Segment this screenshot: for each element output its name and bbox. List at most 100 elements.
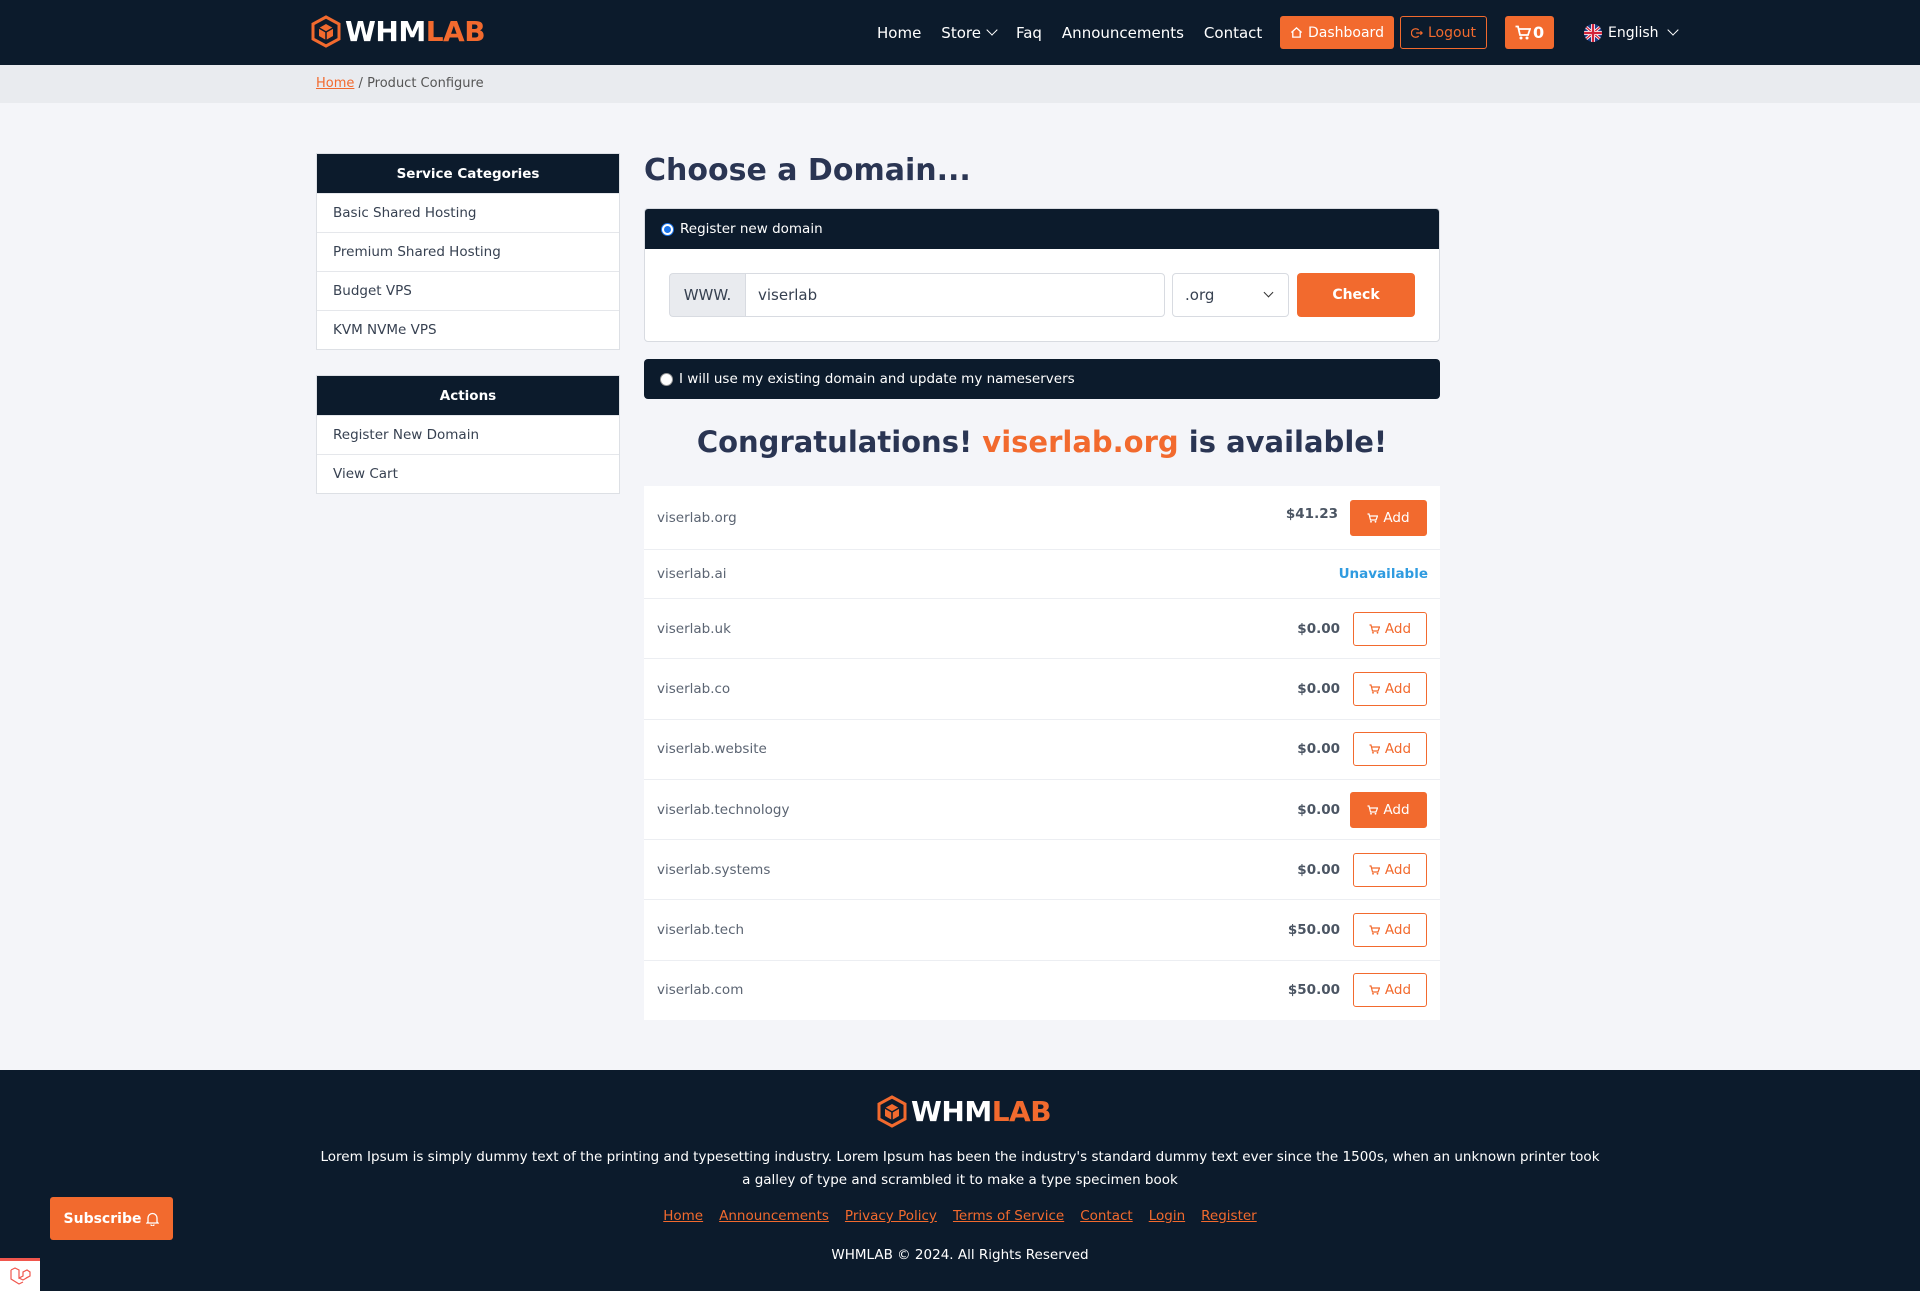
- register-domain-option[interactable]: Register new domain: [645, 209, 1439, 249]
- domain-result-name: viserlab.tech: [657, 922, 745, 939]
- footer: WHMLAB Lorem Ipsum is simply dummy text …: [0, 1070, 1920, 1291]
- sidebar-item-kvm-nvme-vps[interactable]: KVM NVMe VPS: [317, 310, 619, 349]
- domain-search-input[interactable]: viserlab: [745, 273, 1165, 317]
- breadcrumb: Home / Product Configure: [316, 76, 484, 91]
- add-label: Add: [1384, 861, 1412, 878]
- actions-title: Actions: [317, 376, 619, 415]
- footer-link-announcements[interactable]: Announcements: [719, 1208, 829, 1224]
- breadcrumb-separator: /: [358, 76, 363, 91]
- add-label: Add: [1384, 620, 1412, 637]
- subscribe-button[interactable]: Subscribe: [50, 1197, 173, 1240]
- add-label: Add: [1383, 801, 1410, 818]
- cart-icon: [1369, 865, 1380, 875]
- sidebar-item-budget-vps[interactable]: Budget VPS: [317, 271, 619, 310]
- register-domain-card: Register new domain WWW. viserlab .org C…: [644, 208, 1440, 342]
- add-label: Add: [1384, 922, 1412, 939]
- domain-result-price: $0.00: [1297, 861, 1340, 878]
- add-to-cart-button[interactable]: Add: [1353, 732, 1427, 767]
- domain-result-name: viserlab.systems: [657, 861, 771, 878]
- existing-domain-radio[interactable]: [660, 372, 673, 386]
- domain-result-row: viserlab.uk $0.00 Add: [644, 598, 1440, 658]
- domain-result-price: $41.23: [1285, 506, 1338, 522]
- domain-result-price: $0.00: [1297, 680, 1340, 697]
- sidebar-item-view-cart[interactable]: View Cart: [317, 454, 619, 493]
- domain-result-price: $50.00: [1287, 922, 1340, 939]
- add-label: Add: [1384, 982, 1412, 999]
- logout-button[interactable]: Logout: [1400, 16, 1487, 49]
- logout-label: Logout: [1428, 24, 1476, 41]
- cart-button[interactable]: 0: [1505, 16, 1555, 49]
- add-to-cart-button[interactable]: Add: [1353, 671, 1427, 706]
- existing-domain-option[interactable]: I will use my existing domain and update…: [644, 359, 1440, 399]
- footer-link-register[interactable]: Register: [1201, 1208, 1257, 1224]
- nav-store[interactable]: Store: [941, 23, 998, 42]
- domain-result-price: $50.00: [1287, 982, 1340, 999]
- brand-logo[interactable]: WHMLAB: [311, 15, 486, 48]
- add-to-cart-button[interactable]: Add: [1353, 852, 1427, 887]
- domain-result-row: viserlab.website $0.00 Add: [644, 718, 1440, 779]
- nav-store-label: Store: [941, 23, 981, 42]
- existing-domain-card: I will use my existing domain and update…: [644, 359, 1440, 399]
- domain-result-name: viserlab.technology: [657, 801, 790, 818]
- language-selector[interactable]: English: [1584, 0, 1679, 65]
- congrats-suffix: is available!: [1188, 425, 1388, 459]
- cart-icon: [1369, 985, 1380, 996]
- service-categories-title: Service Categories: [317, 154, 619, 193]
- add-to-cart-button[interactable]: Add: [1353, 913, 1427, 948]
- add-label: Add: [1384, 741, 1412, 758]
- footer-brand-name: WHMLAB: [911, 1095, 1052, 1128]
- tld-select[interactable]: .org: [1172, 273, 1289, 317]
- footer-link-terms-of-service[interactable]: Terms of Service: [953, 1208, 1064, 1224]
- nav-announcements[interactable]: Announcements: [1062, 24, 1184, 42]
- footer-link-contact[interactable]: Contact: [1080, 1208, 1133, 1224]
- domain-results-list: viserlab.org $41.23 Add viserlab.ai Unavaila…: [644, 486, 1440, 1021]
- laravel-debug-badge[interactable]: [0, 1258, 40, 1291]
- add-label: Add: [1384, 680, 1412, 697]
- footer-link-privacy-policy[interactable]: Privacy Policy: [845, 1208, 937, 1224]
- check-button[interactable]: Check: [1297, 273, 1415, 317]
- footer-link-login[interactable]: Login: [1149, 1208, 1185, 1224]
- tld-selected-value: .org: [1185, 286, 1215, 304]
- nav-contact[interactable]: Contact: [1204, 24, 1262, 42]
- register-domain-label: Register new domain: [680, 221, 823, 237]
- domain-result-row: viserlab.ai Unavailable: [644, 549, 1440, 598]
- chevron-down-icon: [986, 24, 998, 36]
- nav-faq[interactable]: Faq: [1016, 24, 1042, 42]
- language-label: English: [1608, 24, 1659, 41]
- unavailable-label: Unavailable: [1338, 566, 1428, 582]
- sidebar-item-basic-shared-hosting[interactable]: Basic Shared Hosting: [317, 193, 619, 232]
- sidebar-item-premium-shared-hosting[interactable]: Premium Shared Hosting: [317, 232, 619, 271]
- footer-description: Lorem Ipsum is simply dummy text of the …: [320, 1149, 1600, 1188]
- add-to-cart-button[interactable]: Add: [1353, 973, 1427, 1008]
- breadcrumb-bar: Home / Product Configure: [0, 65, 1920, 103]
- subscribe-label: Subscribe: [63, 1210, 142, 1227]
- domain-result-row: viserlab.tech $50.00 Add: [644, 899, 1440, 959]
- add-to-cart-button[interactable]: Add: [1353, 611, 1427, 646]
- add-to-cart-button[interactable]: Add: [1350, 791, 1427, 828]
- domain-result-row: viserlab.systems $0.00 Add: [644, 839, 1440, 899]
- congrats-domain: viserlab.org: [982, 425, 1179, 459]
- whmlab-cube-logo-icon: [311, 15, 341, 48]
- sidebar-item-register-new-domain[interactable]: Register New Domain: [317, 415, 619, 454]
- cart-icon: [1515, 25, 1531, 40]
- domain-result-price: $0.00: [1297, 801, 1340, 818]
- nav-home[interactable]: Home: [877, 24, 921, 42]
- dashboard-button[interactable]: Dashboard: [1280, 16, 1394, 49]
- breadcrumb-current: Product Configure: [367, 76, 484, 91]
- footer-link-home[interactable]: Home: [663, 1208, 703, 1224]
- cart-icon: [1369, 624, 1380, 634]
- dashboard-label: Dashboard: [1308, 24, 1384, 41]
- main-nav: Home Store Faq Announcements Contact: [877, 0, 1282, 65]
- footer-brand-logo[interactable]: WHMLAB: [877, 1095, 1052, 1128]
- domain-result-name: viserlab.com: [657, 982, 744, 999]
- breadcrumb-home-link[interactable]: Home: [316, 76, 354, 91]
- domain-result-name: viserlab.co: [657, 680, 731, 697]
- whmlab-cube-logo-icon: [877, 1095, 907, 1128]
- congrats-prefix: Congratulations!: [696, 425, 973, 459]
- add-to-cart-button[interactable]: Add: [1350, 499, 1427, 536]
- domain-result-name: viserlab.website: [657, 741, 767, 758]
- domain-result-name: viserlab.org: [657, 509, 737, 526]
- domain-result-row: viserlab.co $0.00 Add: [644, 658, 1440, 718]
- laravel-icon: [10, 1267, 31, 1285]
- register-domain-radio[interactable]: [661, 222, 674, 236]
